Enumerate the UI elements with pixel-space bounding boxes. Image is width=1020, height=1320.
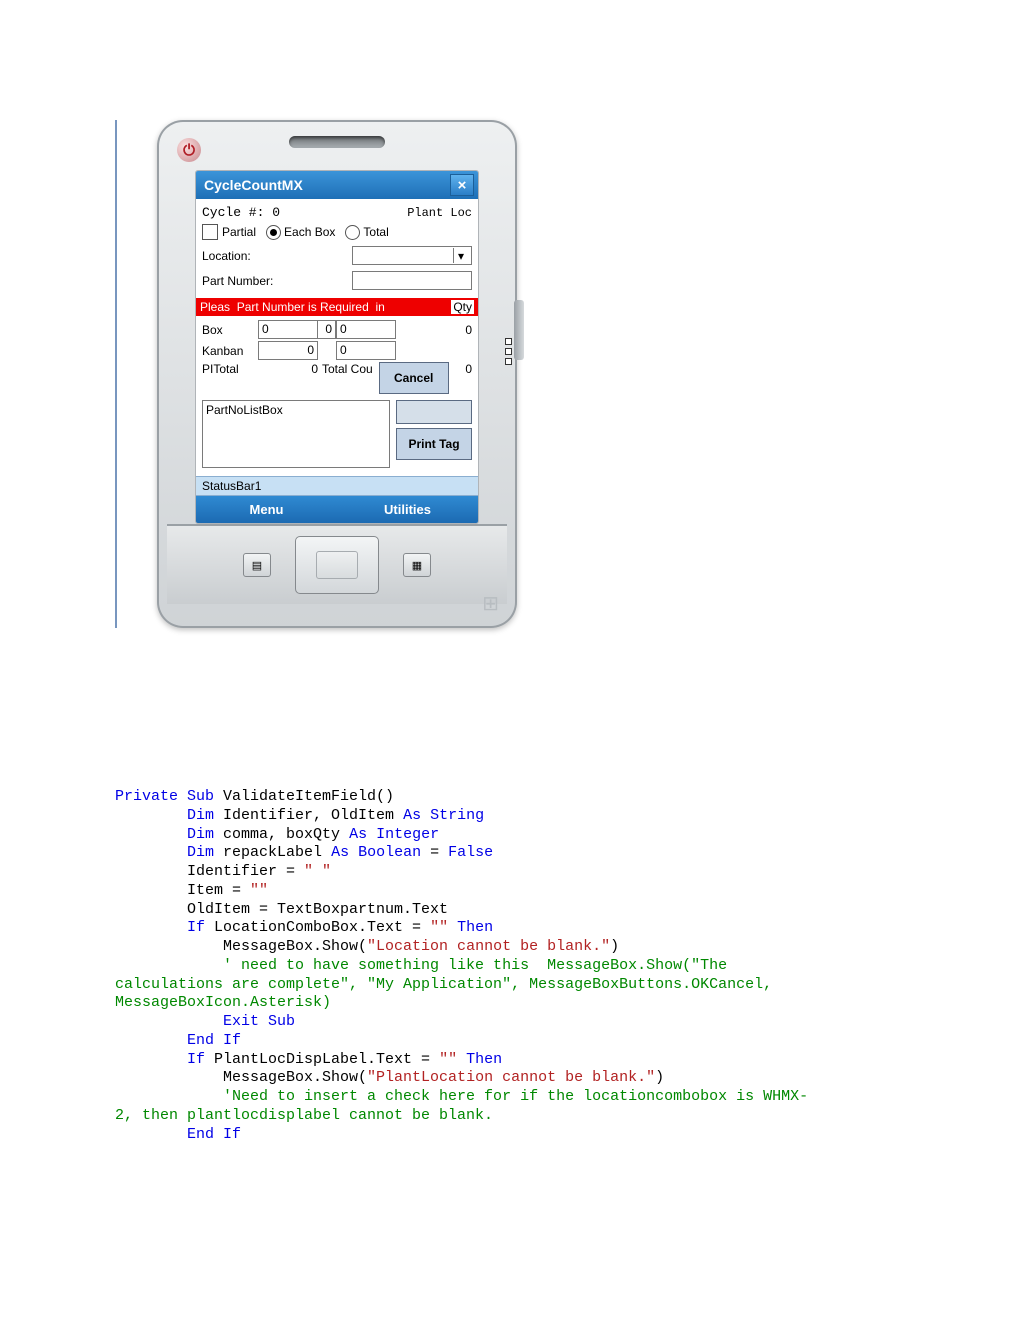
dpad-area: ▤ ▦ bbox=[167, 524, 507, 604]
pitotal-right: 0 bbox=[465, 362, 472, 376]
plantloc-label: Plant Loc bbox=[407, 206, 472, 220]
partial-label: Partial bbox=[222, 225, 256, 239]
eachbox-radio[interactable] bbox=[266, 225, 281, 240]
side-button bbox=[514, 300, 524, 360]
earpiece bbox=[289, 136, 385, 148]
pitotal-label: PITotal bbox=[202, 362, 258, 376]
totalcou-label: Total Cou bbox=[322, 362, 373, 376]
blank-button[interactable] bbox=[396, 400, 472, 424]
eachbox-label: Each Box bbox=[284, 225, 335, 239]
code-block: Private Sub ValidateItemField() Dim Iden… bbox=[115, 788, 1020, 1144]
box-label: Box bbox=[202, 323, 258, 337]
titlebar: CycleCountMX × bbox=[196, 171, 478, 199]
kanban-label: Kanban bbox=[202, 344, 258, 358]
partno-listbox[interactable]: PartNoListBox bbox=[202, 400, 390, 468]
cycle-label: Cycle #: bbox=[202, 205, 264, 220]
box-total: 0 bbox=[465, 323, 472, 337]
location-combo[interactable]: ▾ bbox=[352, 246, 472, 265]
box-input-1[interactable]: 0 bbox=[258, 320, 318, 339]
cycle-value: 0 bbox=[272, 205, 280, 220]
box-input-1b[interactable]: 0 bbox=[318, 320, 336, 339]
status-bar: StatusBar1 bbox=[196, 476, 478, 496]
kanban-input-2[interactable]: 0 bbox=[336, 341, 396, 360]
error-left: Pleas bbox=[200, 300, 230, 314]
total-radio[interactable] bbox=[345, 225, 360, 240]
error-right: in bbox=[375, 300, 384, 314]
menu-button[interactable]: Menu bbox=[196, 496, 337, 523]
soft-right-icon[interactable]: ▦ bbox=[403, 553, 431, 577]
location-label: Location: bbox=[202, 249, 251, 263]
box-input-2[interactable]: 0 bbox=[336, 320, 396, 339]
chevron-down-icon: ▾ bbox=[453, 248, 468, 263]
print-tag-button[interactable]: Print Tag bbox=[396, 428, 472, 460]
kanban-input-1[interactable]: 0 bbox=[258, 341, 318, 360]
app-title: CycleCountMX bbox=[204, 177, 303, 193]
cancel-button[interactable]: Cancel bbox=[379, 362, 449, 394]
screen: CycleCountMX × Cycle #: 0 Plant Loc Part… bbox=[195, 170, 479, 524]
device-frame: ⏻ CycleCountMX × Cycle #: 0 Plant Loc bbox=[157, 120, 517, 628]
windows-icon: ⊞ bbox=[482, 591, 499, 616]
pitotal-value: 0 bbox=[258, 362, 318, 376]
menu-bar: Menu Utilities bbox=[196, 496, 478, 523]
dpad[interactable] bbox=[295, 536, 379, 594]
partnumber-label: Part Number: bbox=[202, 274, 273, 288]
soft-left-icon[interactable]: ▤ bbox=[243, 553, 271, 577]
close-icon[interactable]: × bbox=[450, 174, 474, 196]
error-text: Part Number is Required bbox=[237, 300, 369, 314]
partnumber-input[interactable] bbox=[352, 271, 472, 290]
utilities-button[interactable]: Utilities bbox=[337, 496, 478, 523]
total-label: Total bbox=[363, 225, 388, 239]
partial-checkbox[interactable] bbox=[202, 224, 218, 240]
power-icon: ⏻ bbox=[177, 138, 201, 162]
error-banner: Pleas Part Number is Required in Qty bbox=[196, 298, 478, 316]
qty-label: Qty bbox=[451, 300, 474, 314]
